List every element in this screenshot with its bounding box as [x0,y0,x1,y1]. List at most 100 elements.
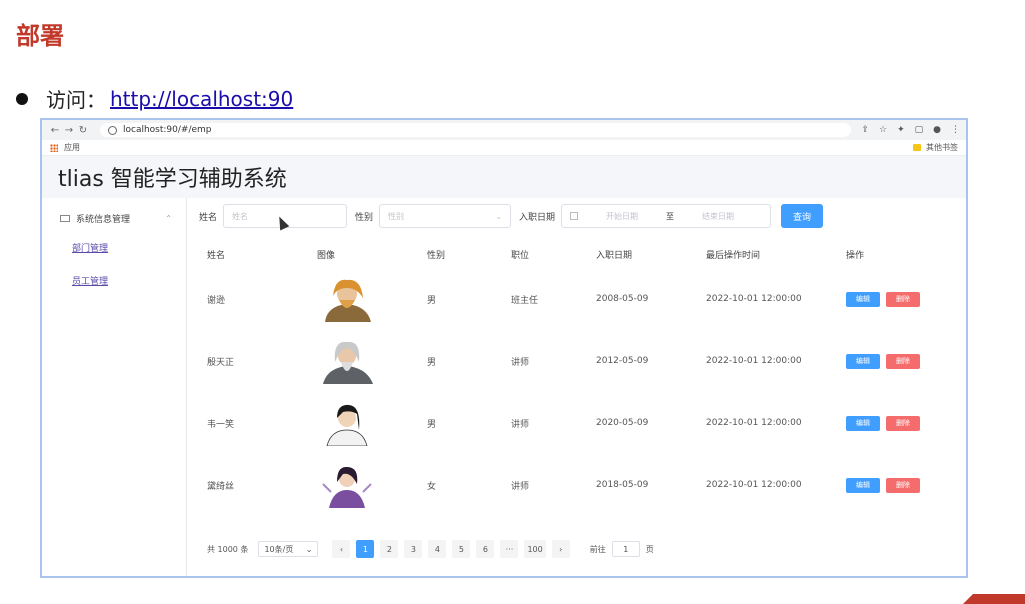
query-button[interactable]: 查询 [781,204,824,228]
page-ellipsis[interactable]: ··· [500,540,519,558]
goto-label: 前往 [589,544,606,554]
site-info-icon[interactable] [108,125,117,135]
employee-table: 姓名 图像 性别 职位 入职日期 最后操作时间 操作 谢逊 男 班主任 2008… [199,240,954,516]
sidepanel-icon[interactable]: ▢ [915,125,924,135]
table-header: 姓名 图像 性别 职位 入职日期 最后操作时间 操作 [199,240,954,268]
date-label: 入职日期 [519,212,556,223]
cell-position: 讲师 [511,481,530,492]
mail-icon [60,215,70,222]
delete-button[interactable]: 删除 [886,415,920,431]
prev-page-button[interactable]: ‹ [332,540,351,558]
col-gender: 性别 [427,250,446,261]
browser-toolbar: ← → ↻ localhost:90/#/emp ⇪ ☆ ✦ ▢ ● ⋮ [42,120,966,140]
chevron-down-icon: ⌄ [495,211,503,221]
app-title: tlias 智能学习辅助系统 [58,167,287,192]
visit-bullet: 访问： http://localhost:90 [16,84,293,113]
delete-button[interactable]: 删除 [886,477,920,493]
share-icon[interactable]: ⇪ [861,125,869,135]
page-button[interactable]: 6 [476,540,495,558]
cell-update-time: 2022-10-01 12:00:00 [706,480,802,490]
edit-button[interactable]: 编辑 [846,291,880,307]
gender-select[interactable]: 性别 ⌄ [379,204,512,228]
cell-entry-date: 2012-05-09 [596,356,649,366]
app-header: tlias 智能学习辅助系统 [42,156,966,198]
page-button[interactable]: 4 [428,540,447,558]
delete-button[interactable]: 删除 [886,291,920,307]
reload-icon[interactable]: ↻ [76,125,90,136]
table-row: 韦一笑 男 讲师 2020-05-09 2022-10-01 12:00:00 … [199,392,954,454]
bookmark-other[interactable]: 其他书签 [926,142,958,153]
start-date-placeholder[interactable]: 开始日期 [606,211,638,222]
col-position: 职位 [511,250,530,261]
avatar-image [326,404,368,446]
profile-icon[interactable]: ● [933,125,941,135]
end-date-placeholder[interactable]: 结束日期 [702,211,734,222]
chevron-left-icon: ‹ [339,544,344,554]
cell-name: 韦一笑 [207,419,235,430]
gender-placeholder: 性别 [388,211,405,221]
table-row: 谢逊 男 班主任 2008-05-09 2022-10-01 12:00:00 … [199,268,954,330]
avatar-image [322,466,372,508]
bookmark-apps[interactable]: 应用 [64,142,80,153]
star-icon[interactable]: ☆ [879,125,887,135]
edit-button[interactable]: 编辑 [846,415,880,431]
delete-button[interactable]: 删除 [886,353,920,369]
cell-position: 讲师 [511,357,530,368]
bookmarks-bar: 应用 其他书签 [42,140,966,156]
chevron-up-icon: ⌃ [165,214,172,223]
extensions-icon[interactable]: ✦ [897,125,905,135]
goto-page-input[interactable]: 1 [611,541,640,557]
cell-entry-date: 2008-05-09 [596,294,649,304]
col-update-time: 最后操作时间 [706,250,761,261]
address-text: localhost:90/#/emp [123,125,212,135]
page-button[interactable]: 100 [524,540,546,558]
sidebar-item-emp[interactable]: 员工管理 [42,264,186,297]
forward-icon[interactable]: → [62,125,76,136]
page-button[interactable]: 1 [356,540,375,558]
name-placeholder: 姓名 [232,211,249,221]
pagination: 共 1000 条 10条/页 ⌄ ‹ 1 2 3 4 5 6 ··· 100 ›… [207,540,654,558]
page-unit-label: 页 [645,544,654,554]
sidebar-group-system[interactable]: 系统信息管理 ⌃ [42,206,186,231]
table-row: 黛绮丝 女 讲师 2018-05-09 2022-10-01 12:00:00 … [199,454,954,516]
page-button[interactable]: 3 [404,540,423,558]
folder-icon [913,144,921,151]
page-size-select[interactable]: 10条/页 ⌄ [258,541,319,557]
edit-button[interactable]: 编辑 [846,353,880,369]
slide-title: 部署 [16,22,64,50]
cell-gender: 男 [427,419,437,430]
cell-update-time: 2022-10-01 12:00:00 [706,418,802,428]
table-row: 殷天正 男 讲师 2012-05-09 2022-10-01 12:00:00 … [199,330,954,392]
corner-badge [963,594,1025,604]
cell-position: 讲师 [511,419,530,430]
cell-entry-date: 2020-05-09 [596,418,649,428]
range-separator: 至 [666,211,675,221]
chevron-down-icon: ⌄ [305,544,313,554]
page-button[interactable]: 2 [380,540,399,558]
calendar-icon [570,212,579,220]
cell-entry-date: 2018-05-09 [596,480,649,490]
cell-gender: 女 [427,481,437,492]
sidebar-item-dept[interactable]: 部门管理 [42,231,186,264]
address-bar[interactable]: localhost:90/#/emp [100,123,852,137]
page-button[interactable]: 5 [452,540,471,558]
col-name: 姓名 [207,250,226,261]
cell-name: 谢逊 [207,295,226,306]
cell-position: 班主任 [511,295,539,306]
cell-update-time: 2022-10-01 12:00:00 [706,294,802,304]
edit-button[interactable]: 编辑 [846,477,880,493]
col-actions: 操作 [846,250,865,261]
back-icon[interactable]: ← [48,125,62,136]
page-size-value: 10条/页 [264,544,294,554]
name-label: 姓名 [199,212,218,223]
visit-label: 访问： [46,88,106,112]
visit-link[interactable]: http://localhost:90 [110,87,293,111]
col-image: 图像 [317,250,336,261]
apps-grid-icon[interactable] [50,143,58,152]
date-range-picker[interactable]: 开始日期 至 结束日期 [561,204,772,228]
pagination-total: 共 1000 条 [207,544,249,554]
next-page-button[interactable]: › [551,540,570,558]
gender-label: 性别 [355,212,374,223]
search-form: 姓名 姓名 性别 性别 ⌄ 入职日期 开始日期 至 结束日期 查询 [199,204,954,228]
menu-icon[interactable]: ⋮ [951,125,960,135]
